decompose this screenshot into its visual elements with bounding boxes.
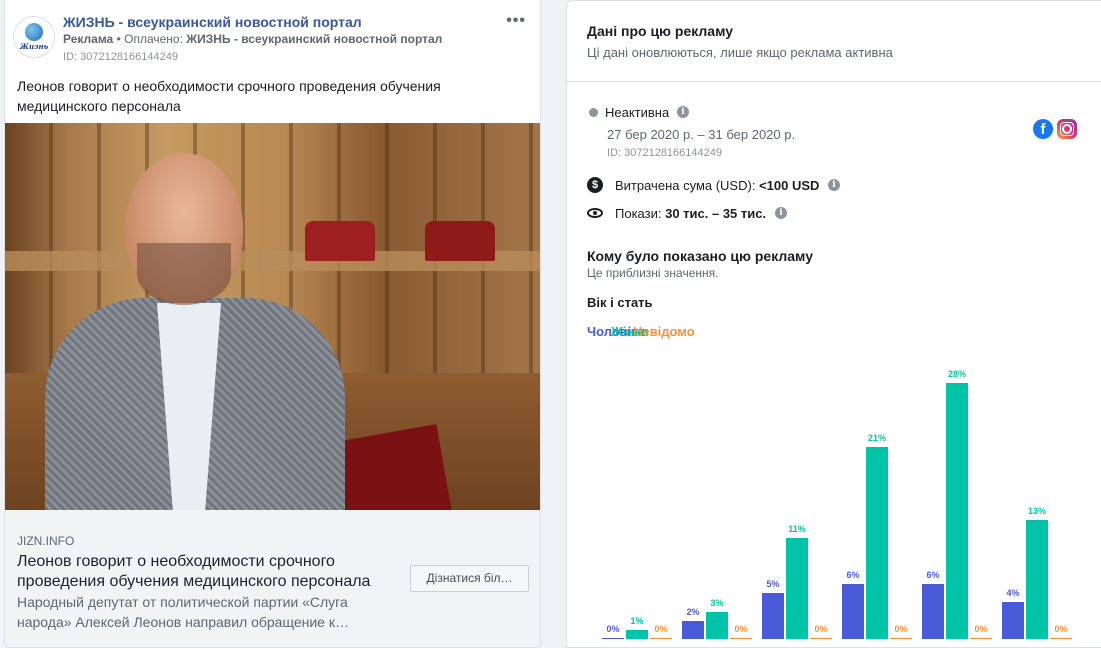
bar-unknown-2[interactable]	[730, 637, 752, 639]
eye-icon	[587, 208, 603, 218]
sponsored-label: Реклама	[63, 32, 114, 46]
bar-unknown-4[interactable]	[890, 637, 912, 639]
ad-header: Жизнь ЖИЗНЬ - всеукраинский новостной по…	[5, 0, 540, 70]
bar-label-women-2: 3%	[710, 597, 724, 608]
info-icon[interactable]: i	[828, 179, 840, 191]
info-subtitle: Ці дані оновлюються, лише якщо реклама а…	[587, 45, 893, 60]
audience-subtitle: Це приблизні значення.	[587, 266, 719, 280]
instagram-icon	[1057, 119, 1077, 139]
age-gender-title: Вік і стать	[587, 295, 653, 310]
bar-label-men-6: 4%	[1006, 588, 1020, 599]
status-text: Неактивна	[605, 105, 670, 120]
bar-women-4[interactable]	[866, 447, 888, 639]
link-domain: JIZN.INFO	[17, 534, 75, 548]
spend-value: <100 USD	[759, 178, 820, 193]
bar-label-women-6: 13%	[1027, 506, 1046, 517]
audience-title: Кому було показано цю рекламу	[587, 248, 814, 264]
bar-unknown-3[interactable]	[810, 637, 832, 639]
avatar-logo-text: Жизнь	[19, 42, 49, 51]
bar-label-men-3: 5%	[766, 579, 780, 590]
age-gender-bar-chart: 0% 1% 0% 2% 3% 0% 5% 11% 0% 6% 21% 0% 6% 28% 0% 4% 13% 0%	[567, 361, 1101, 647]
impressions-row: Покази: 30 тис. – 35 тис.	[615, 206, 766, 221]
bar-women-2[interactable]	[706, 611, 728, 639]
bar-unknown-6[interactable]	[1050, 637, 1072, 639]
legend-unknown[interactable]: Невідомо	[633, 324, 695, 339]
paid-by-name: ЖИЗНЬ - всеукраинский новостной портал	[186, 32, 443, 46]
info-header: Дані про цю рекламу Ці дані оновлюються,…	[567, 1, 1101, 82]
bar-label-women-3: 11%	[788, 524, 806, 535]
link-description: Народный депутат от политической партии …	[17, 594, 349, 630]
paid-prefix: Оплачено:	[124, 32, 183, 46]
globe-logo-icon	[25, 23, 43, 41]
bar-label-unknown-3: 0%	[814, 623, 828, 634]
ad-body-text: Леонов говорит о необходимости срочного …	[17, 78, 441, 114]
bar-men-4[interactable]	[842, 584, 864, 639]
bar-label-unknown-6: 0%	[1054, 623, 1068, 634]
bar-label-unknown-5: 0%	[974, 623, 988, 634]
bar-women-6[interactable]	[1026, 520, 1048, 639]
bar-label-women-5: 28%	[947, 369, 966, 379]
bar-women-3[interactable]	[786, 538, 808, 639]
impressions-value: 30 тис. – 35 тис.	[665, 206, 767, 221]
bar-women-5[interactable]	[946, 383, 968, 639]
facebook-icon: f	[1033, 119, 1053, 139]
learn-more-button[interactable]: Дізнатися біл…	[410, 565, 529, 592]
info-title: Дані про цю рекламу	[587, 23, 734, 39]
spend-row: Витрачена сума (USD): <100 USD	[615, 178, 819, 193]
bar-men-1[interactable]	[602, 637, 624, 639]
bar-label-unknown-4: 0%	[894, 623, 908, 634]
dollar-icon: $	[587, 177, 603, 193]
ad-id: ID: 3072128166144249	[63, 51, 178, 63]
image-beard	[137, 243, 231, 305]
link-headline[interactable]: Леонов говорит о необходимости срочного …	[17, 552, 397, 592]
run-dates: 27 бер 2020 р. – 31 бер 2020 р.	[607, 127, 796, 142]
image-chair	[425, 221, 495, 261]
more-options-button[interactable]: •••	[506, 12, 526, 30]
sponsored-line: Реклама • Оплачено: ЖИЗНЬ - всеукраински…	[63, 32, 442, 46]
bar-label-men-2: 2%	[686, 606, 700, 617]
image-person	[45, 143, 345, 510]
bar-label-men-5: 6%	[926, 570, 940, 581]
bar-men-6[interactable]	[1002, 602, 1024, 639]
info-icon[interactable]: i	[677, 106, 689, 118]
ad-preview-card: Жизнь ЖИЗНЬ - всеукраинский новостной по…	[4, 0, 541, 648]
bar-label-unknown-2: 0%	[734, 623, 748, 634]
bar-men-5[interactable]	[922, 584, 944, 639]
info-ad-id: ID: 3072128166144249	[607, 147, 722, 159]
bar-label-unknown-1: 0%	[654, 623, 668, 634]
bar-label-women-4: 21%	[867, 433, 886, 443]
bar-unknown-1[interactable]	[650, 637, 672, 639]
bar-men-2[interactable]	[682, 620, 704, 639]
link-preview[interactable]: JIZN.INFO Леонов говорит о необходимости…	[5, 510, 540, 647]
page-avatar[interactable]: Жизнь	[13, 16, 55, 58]
bar-men-3[interactable]	[762, 593, 784, 639]
info-icon[interactable]: i	[775, 207, 787, 219]
status-dot-icon	[589, 108, 598, 117]
ad-image[interactable]	[5, 123, 540, 510]
bar-unknown-5[interactable]	[970, 637, 992, 639]
separator-dot: •	[116, 32, 125, 46]
bar-women-1[interactable]	[626, 629, 648, 639]
ad-info-panel: Дані про цю рекламу Ці дані оновлюються,…	[566, 0, 1101, 648]
bar-label-men-4: 6%	[846, 570, 860, 581]
impressions-label: Покази:	[615, 206, 662, 221]
page-name-link[interactable]: ЖИЗНЬ - всеукраинский новостной портал	[63, 14, 362, 30]
spend-label: Витрачена сума (USD):	[615, 178, 756, 193]
